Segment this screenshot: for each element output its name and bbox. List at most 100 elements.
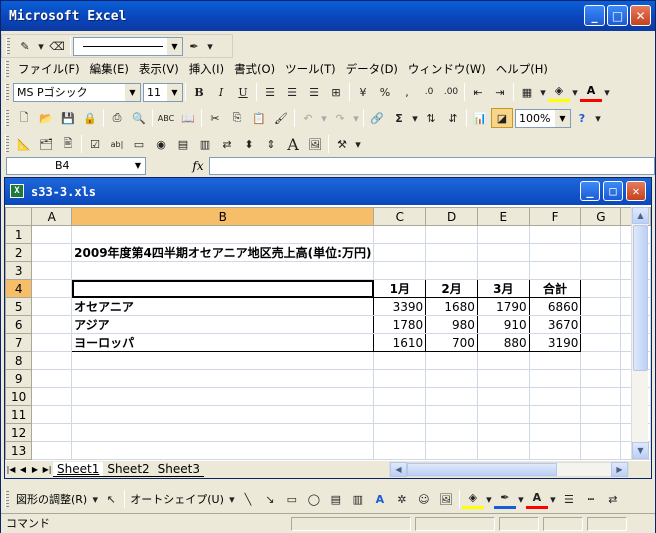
excel-file-icon[interactable]: X xyxy=(10,184,24,198)
percent-icon[interactable]: % xyxy=(374,82,396,102)
properties-icon[interactable]: 🗂 xyxy=(35,134,57,154)
column-header[interactable]: F xyxy=(528,207,582,226)
scroll-down-icon[interactable]: ▼ xyxy=(632,442,649,459)
cell[interactable] xyxy=(373,423,427,442)
cell[interactable] xyxy=(476,405,530,424)
image-icon[interactable]: 🖼 xyxy=(304,134,326,154)
picture-icon[interactable]: 🖼 xyxy=(435,489,457,509)
cell[interactable] xyxy=(71,261,375,280)
menu-insert[interactable]: 挿入(I) xyxy=(184,61,229,77)
spelling-icon[interactable]: ABC xyxy=(155,108,177,128)
button-icon[interactable]: ▭ xyxy=(128,134,150,154)
header-cell[interactable]: 2月 xyxy=(425,279,478,298)
cell[interactable] xyxy=(528,225,582,244)
cell[interactable] xyxy=(373,441,427,460)
align-right-icon[interactable]: ☰ xyxy=(303,82,325,102)
cell[interactable] xyxy=(31,261,73,280)
next-sheet-icon[interactable]: ▶ xyxy=(29,465,41,474)
row-header[interactable]: 6 xyxy=(4,315,33,334)
pencil-icon[interactable]: ✎ xyxy=(14,36,36,56)
minimize-button[interactable]: _ xyxy=(584,5,605,26)
font-size-select[interactable]: 11 ▼ xyxy=(143,82,183,102)
cell[interactable] xyxy=(31,297,73,316)
column-header[interactable]: A xyxy=(31,207,73,226)
total-cell[interactable]: 3670 xyxy=(528,315,582,334)
checkbox-icon[interactable]: ☑ xyxy=(84,134,106,154)
line-color-icon[interactable]: ✒ xyxy=(183,36,205,56)
borders-icon[interactable]: ▦ xyxy=(516,82,538,102)
autosum-icon[interactable]: Σ xyxy=(388,108,410,128)
cell[interactable] xyxy=(373,225,427,244)
cell[interactable] xyxy=(373,387,427,406)
chevron-down-icon[interactable]: ▾ xyxy=(319,108,329,128)
cell[interactable] xyxy=(528,405,582,424)
cell[interactable] xyxy=(580,369,622,388)
prev-sheet-icon[interactable]: ◀ xyxy=(17,465,29,474)
diagram-icon[interactable]: ✲ xyxy=(391,489,413,509)
cell[interactable] xyxy=(31,333,73,352)
chevron-down-icon[interactable]: ▾ xyxy=(36,36,46,56)
cell[interactable] xyxy=(425,351,478,370)
cell[interactable] xyxy=(528,387,582,406)
vertical-scrollbar[interactable]: ▲ ▼ xyxy=(631,207,649,459)
select-objects-icon[interactable]: ↖ xyxy=(100,489,122,509)
spreadsheet-grid[interactable]: A B C D E F G H 1 2 2009年度第4四半期オセアニア地区売上… xyxy=(4,207,651,460)
total-cell[interactable]: 3190 xyxy=(528,333,582,352)
tab-sheet1[interactable]: Sheet1 xyxy=(53,462,104,477)
dash-style-icon[interactable]: ┅ xyxy=(580,489,602,509)
cell[interactable] xyxy=(476,261,530,280)
row-header[interactable]: 1 xyxy=(4,225,33,244)
arrow-style-icon[interactable]: ⇄ xyxy=(602,489,624,509)
cell[interactable] xyxy=(425,225,478,244)
chevron-down-icon[interactable]: ▾ xyxy=(516,489,526,509)
design-mode-icon[interactable]: 📐 xyxy=(13,134,35,154)
scroll-up-icon[interactable]: ▲ xyxy=(632,207,649,224)
currency-icon[interactable]: ¥ xyxy=(352,82,374,102)
row-header[interactable]: 13 xyxy=(4,441,33,460)
cell[interactable] xyxy=(373,351,427,370)
redo-icon[interactable]: ↷ xyxy=(329,108,351,128)
scroll-left-icon[interactable]: ◀ xyxy=(390,462,407,477)
menu-view[interactable]: 表示(V) xyxy=(134,61,184,77)
scroll-right-icon[interactable]: ▶ xyxy=(611,462,628,477)
cell[interactable] xyxy=(476,351,530,370)
cell[interactable] xyxy=(31,351,73,370)
region-cell[interactable]: アジア xyxy=(71,315,375,334)
cell[interactable] xyxy=(425,243,478,262)
format-painter-icon[interactable]: 🖌 xyxy=(270,108,292,128)
bold-icon[interactable]: B xyxy=(188,82,210,102)
cell[interactable] xyxy=(528,441,582,460)
save-icon[interactable]: 💾 xyxy=(57,108,79,128)
listbox-icon[interactable]: ▤ xyxy=(172,134,194,154)
active-cell-b4[interactable] xyxy=(71,279,375,298)
cell[interactable] xyxy=(580,225,622,244)
cell[interactable] xyxy=(373,405,427,424)
chevron-down-icon[interactable]: ▾ xyxy=(602,82,612,102)
undo-icon[interactable]: ↶ xyxy=(297,108,319,128)
increase-decimal-icon[interactable]: .0 xyxy=(418,82,440,102)
print-icon[interactable]: ⎙ xyxy=(106,108,128,128)
fill-color-icon[interactable]: ◈ xyxy=(548,82,570,102)
paste-icon[interactable]: 📋 xyxy=(248,108,270,128)
cell[interactable] xyxy=(580,333,622,352)
option-button-icon[interactable]: ◉ xyxy=(150,134,172,154)
chevron-down-icon[interactable]: ▾ xyxy=(484,489,494,509)
italic-icon[interactable]: I xyxy=(210,82,232,102)
cell[interactable] xyxy=(31,243,73,262)
cell[interactable] xyxy=(476,387,530,406)
toolbar-grip[interactable] xyxy=(6,37,10,55)
row-header[interactable]: 2 xyxy=(4,243,33,262)
align-center-icon[interactable]: ☰ xyxy=(281,82,303,102)
cell[interactable] xyxy=(580,243,622,262)
font-color-icon[interactable]: A xyxy=(525,489,548,509)
combobox-icon[interactable]: ▥ xyxy=(194,134,216,154)
clipart-icon[interactable]: ☺ xyxy=(413,489,435,509)
row-header[interactable]: 5 xyxy=(4,297,33,316)
cell[interactable] xyxy=(476,243,530,262)
workbook-close-button[interactable]: ✕ xyxy=(626,181,646,201)
menu-format[interactable]: 書式(O) xyxy=(229,61,280,77)
toggle-button-icon[interactable]: ⇄ xyxy=(216,134,238,154)
tab-sheet2[interactable]: Sheet2 xyxy=(103,462,154,477)
cell[interactable] xyxy=(528,261,582,280)
line-style-select[interactable]: ▼ xyxy=(73,36,183,56)
